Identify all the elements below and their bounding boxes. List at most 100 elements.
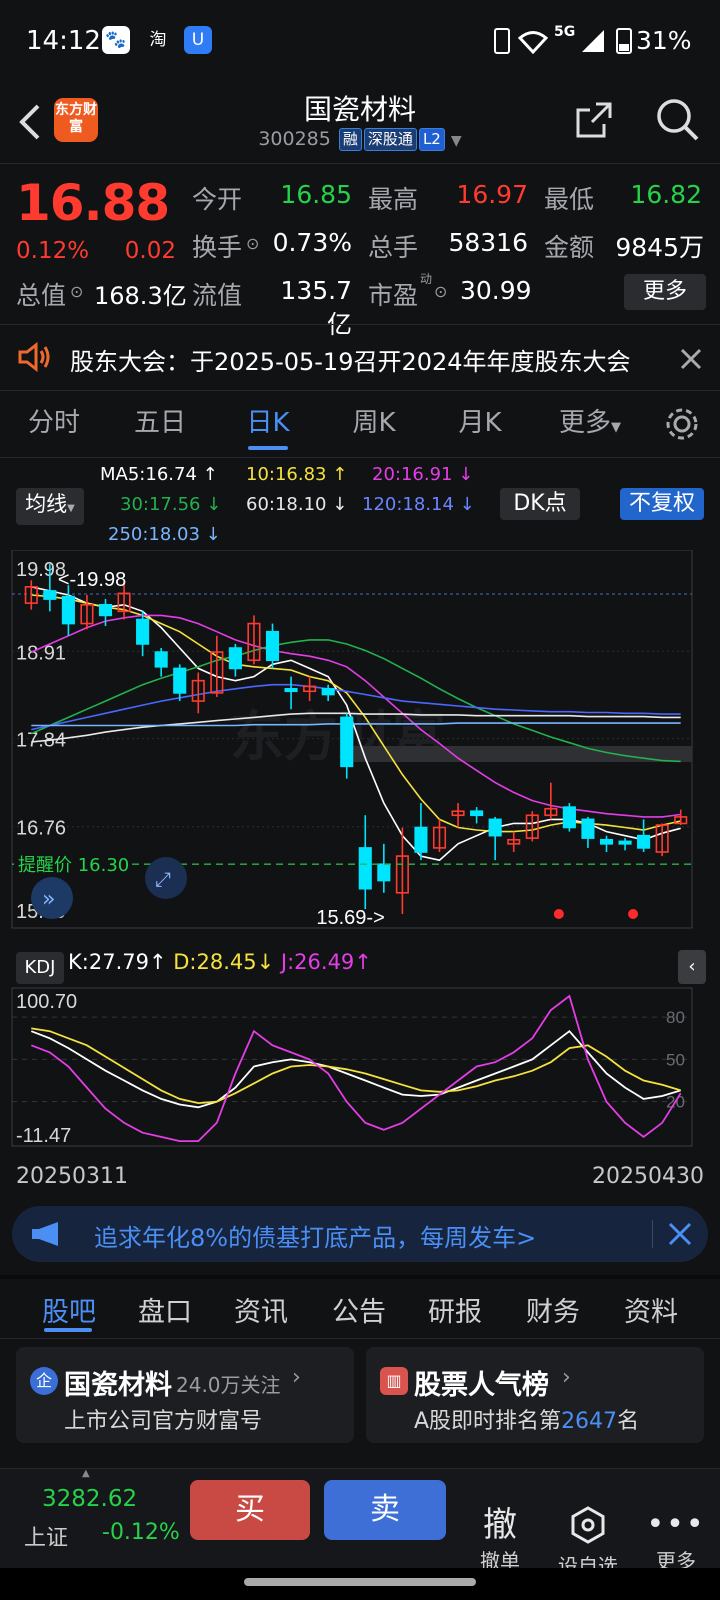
tab-more[interactable]: 更多▼ <box>540 402 640 439</box>
ma-selector[interactable]: 均线▼ <box>16 488 84 525</box>
followers-count: 24.0万关注 <box>176 1373 281 1397</box>
home-gesture-bar[interactable] <box>244 1578 476 1586</box>
tab-5day[interactable]: 五日 <box>110 402 210 439</box>
popularity-rank-card[interactable]: ▥ 股票人气榜 › A股即时排名第2647名 <box>366 1347 704 1443</box>
candle <box>655 823 669 857</box>
close-icon[interactable] <box>680 348 702 370</box>
hexagon-icon <box>571 1506 605 1544</box>
ranking-chart-icon: ▥ <box>380 1367 408 1395</box>
search-icon[interactable] <box>656 98 700 142</box>
candle-body <box>265 630 280 662</box>
more-quote-button[interactable]: 更多 <box>624 274 706 310</box>
network-type: 5G <box>554 24 576 40</box>
collapse-indicator-button[interactable]: ‹ <box>678 950 706 984</box>
candle-body <box>599 838 614 845</box>
candle <box>451 803 465 828</box>
candle <box>321 684 335 702</box>
high-value: 16.97 <box>456 180 528 209</box>
kdj-right-tick: 80 <box>666 1008 685 1027</box>
l2-tag[interactable]: L2 <box>418 128 445 151</box>
alert-price-label: 提醒价 16.30 <box>18 855 129 876</box>
chevron-right-icon: › <box>562 1365 571 1390</box>
baidu-app-icon: 🐾 <box>102 26 130 54</box>
settings-gear-icon[interactable] <box>664 406 700 442</box>
fullscreen-icon: ⤢ <box>155 867 171 891</box>
status-time: 14:12 <box>26 26 101 56</box>
tab-news[interactable]: 资讯 <box>216 1290 306 1329</box>
dropdown-icon[interactable]: ▼ <box>451 133 462 149</box>
candle-body <box>321 688 335 696</box>
candle-body <box>358 847 372 890</box>
wifi-icon <box>518 31 548 54</box>
notice-text: 股东大会：于2025-05-19召开2024年年度股东大会 <box>70 348 631 376</box>
tab-monthly-k[interactable]: 月K <box>430 402 530 439</box>
sell-button[interactable]: 卖 <box>324 1480 446 1540</box>
candlestick-chart[interactable]: 19.9818.9117.8416.7615.69东方财富<-19.9815.6… <box>0 550 720 950</box>
candle-body <box>61 595 75 625</box>
open-label: 今开 <box>192 185 243 214</box>
card-rank-subtitle: A股即时排名第2647名 <box>414 1403 639 1435</box>
candle-body <box>173 667 187 694</box>
amount-label: 金额 <box>544 233 595 262</box>
caret-up-icon[interactable]: ▲ <box>82 1468 90 1479</box>
amount-value: 9845万 <box>615 233 704 262</box>
more-actions-button[interactable]: ••• 更多 <box>642 1505 710 1574</box>
caret-down-icon: ▼ <box>67 503 75 514</box>
vibrate-icon <box>494 28 510 54</box>
ma-selector-label: 均线 <box>25 492 68 516</box>
app-notification-icon: U <box>184 26 212 54</box>
change-amount: 0.02 <box>124 238 176 264</box>
y-tick-label: 16.76 <box>16 818 66 840</box>
turnover-label: 换手 <box>192 233 243 262</box>
candle-body <box>414 826 428 853</box>
open-value: 16.85 <box>280 180 352 209</box>
candle <box>599 835 614 852</box>
info-icon[interactable]: ⊙ <box>434 282 447 301</box>
candle-body <box>618 840 632 845</box>
tab-intraday[interactable]: 分时 <box>4 402 104 439</box>
candle <box>618 838 632 851</box>
kdj-line-j <box>30 994 682 1143</box>
candle <box>377 843 391 893</box>
candle-body <box>340 716 354 768</box>
speaker-icon <box>18 342 50 372</box>
info-icon[interactable]: ⊙ <box>246 234 259 253</box>
candle-body <box>470 810 484 817</box>
kdj-frame <box>11 987 693 1147</box>
notice-bar[interactable]: 股东大会：于2025-05-19召开2024年年度股东大会 <box>0 328 720 388</box>
indicator-selector[interactable]: KDJ <box>16 952 64 984</box>
tab-research[interactable]: 研报 <box>410 1290 500 1329</box>
buy-button[interactable]: 买 <box>190 1480 310 1540</box>
pe-type: 动 <box>420 272 433 286</box>
low-label: 最低 <box>544 185 595 214</box>
ad-close-icon[interactable] <box>668 1222 692 1246</box>
tab-guba[interactable]: 股吧 <box>24 1290 114 1329</box>
kdj-chart[interactable]: 805020100.70-11.47 <box>0 986 720 1156</box>
index-value[interactable]: 3282.62 <box>42 1486 137 1512</box>
cancel-order-button[interactable]: 撤 撤单 <box>466 1505 534 1574</box>
tab-pankou[interactable]: 盘口 <box>120 1290 210 1329</box>
margin-tag: 融 <box>338 128 362 151</box>
adjust-button[interactable]: 不复权 <box>620 488 704 520</box>
tab-profile[interactable]: 资料 <box>606 1290 696 1329</box>
dk-point-button[interactable]: DK点 <box>500 488 580 520</box>
share-icon[interactable] <box>574 100 614 140</box>
pe-label: 市盈 <box>368 281 419 310</box>
volume-label: 总手 <box>368 233 419 262</box>
d-legend: D:28.45↓ <box>173 950 275 974</box>
candle <box>414 803 428 861</box>
tab-financials[interactable]: 财务 <box>508 1290 598 1329</box>
company-account-card[interactable]: 企 国瓷材料 24.0万关注 › 上市公司官方财富号 <box>16 1347 354 1443</box>
tab-weekly-k[interactable]: 周K <box>324 402 424 439</box>
ad-banner[interactable]: 追求年化8%的债基打底产品，每周发车> <box>12 1206 708 1262</box>
candle <box>61 585 75 636</box>
signal-dot <box>553 909 564 919</box>
k-legend: K:27.79↑ <box>68 950 167 974</box>
tab-announcements[interactable]: 公告 <box>314 1290 404 1329</box>
info-icon[interactable]: ⊙ <box>70 282 83 301</box>
candle-body <box>43 590 57 600</box>
tab-daily-k[interactable]: 日K <box>218 402 318 439</box>
cancel-order-icon: 撤 <box>483 1505 517 1545</box>
tab-more-label: 更多 <box>558 408 611 438</box>
range-end-date: 20250430 <box>592 1164 704 1189</box>
